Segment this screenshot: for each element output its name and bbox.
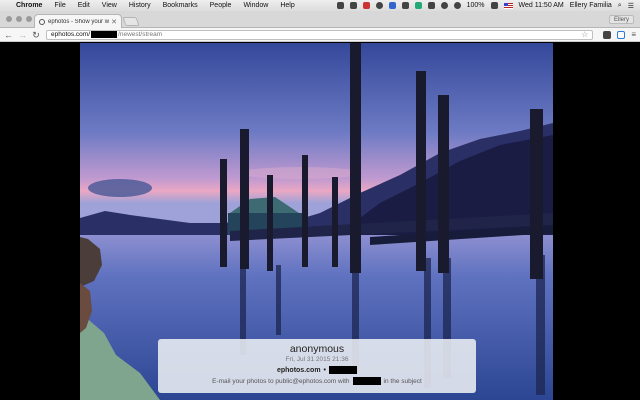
window-controls [6,16,32,22]
menu-history[interactable]: History [129,2,151,9]
spotlight-search-icon[interactable]: ⌕ [618,2,622,10]
url-redacted-segment [91,31,118,38]
wifi-icon[interactable] [453,2,461,9]
menu-window[interactable]: Window [243,2,268,9]
page-content: anonymous Fri, Jul 31 2015 21:36 ephotos… [0,43,640,400]
tab-favicon-icon [39,18,45,25]
input-source-flag-icon[interactable] [503,2,513,9]
site-name-link[interactable]: ephotos.com [277,367,321,374]
new-tab-button[interactable] [122,17,140,26]
record-icon[interactable] [362,2,370,9]
forward-arrow-icon[interactable]: → [18,30,27,40]
menu-people[interactable]: People [210,2,232,9]
shield-icon[interactable] [414,2,422,9]
bluetooth-icon[interactable] [440,2,448,9]
window-minimize-button[interactable] [16,16,22,22]
cloud-icon[interactable] [388,2,396,9]
site-separator: • [323,366,326,374]
tab-ephotos[interactable]: ephotos - Show your world ✕ [34,14,122,28]
url-path: /newest/stream [118,31,163,38]
profile-button[interactable]: Ellery [608,15,634,24]
menu-file[interactable]: File [54,2,65,9]
redacted-site-tag [329,366,357,374]
window-zoom-button[interactable] [26,16,32,22]
pocket-extension-icon[interactable] [617,30,626,39]
menu-clock[interactable]: Wed 11:50 AM [519,2,564,9]
status-tray: 100% Wed 11:50 AM Ellery Familia ⌕ ☰ [336,2,634,10]
photo-caption-card: anonymous Fri, Jul 31 2015 21:36 ephotos… [158,339,476,393]
photo-author: anonymous [289,343,345,355]
dropbox-icon[interactable] [349,2,357,9]
menu-view[interactable]: View [102,2,117,9]
camera-icon[interactable] [336,2,344,9]
menu-bookmarks[interactable]: Bookmarks [163,2,198,9]
clock-app-icon[interactable] [375,2,383,9]
window-close-button[interactable] [6,16,12,22]
battery-percentage[interactable]: 100% [467,2,485,9]
back-arrow-icon[interactable]: ← [4,30,13,40]
menu-edit[interactable]: Edit [78,2,90,9]
tab-title: ephotos - Show your world [48,18,110,25]
menu-help[interactable]: Help [280,2,294,9]
macos-menu-bar: Chrome File Edit View History Bookmarks … [0,0,640,11]
notification-center-icon[interactable]: ☰ [628,2,634,10]
browser-tab-strip: ephotos - Show your world ✕ Ellery [0,11,640,28]
redacted-subject-tag [352,377,381,385]
chrome-menu-icon[interactable]: ≡ [631,30,636,39]
address-bar[interactable]: ephotos.com/ /newest/stream ☆ [46,29,594,40]
browser-toolbar: ← → ↻ ephotos.com/ /newest/stream ☆ ≡ [0,28,640,42]
site-line: ephotos.com • [158,366,476,374]
battery-icon[interactable] [490,2,498,9]
email-instructions-prefix: E-mail your photos to public@ephotos.com… [212,377,350,385]
display-icon[interactable] [401,2,409,9]
tab-close-icon[interactable]: ✕ [111,18,117,26]
email-instructions: E-mail your photos to public@ephotos.com… [158,377,476,385]
email-instructions-suffix: in the subject [383,377,422,385]
airplay-icon[interactable] [427,2,435,9]
menu-app-chrome[interactable]: Chrome [16,2,42,9]
url-host: ephotos.com/ [51,31,91,38]
menu-user-name[interactable]: Ellery Familia [570,2,612,9]
photo-date: Fri, Jul 31 2015 21:36 [285,356,349,363]
extension-icon[interactable] [603,30,612,39]
reload-icon[interactable]: ↻ [32,30,40,40]
bookmark-star-icon[interactable]: ☆ [581,30,588,39]
